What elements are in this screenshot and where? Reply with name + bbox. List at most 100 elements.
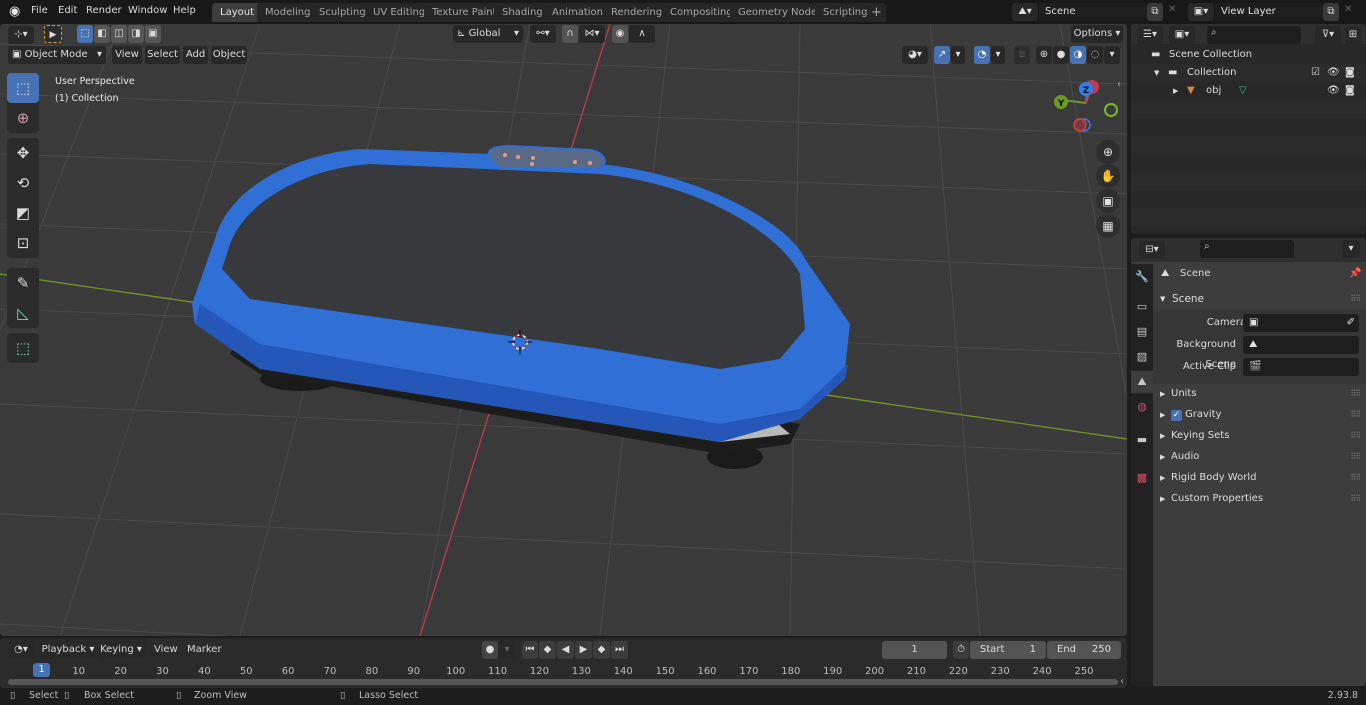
camera-view-button[interactable]: ▣: [1096, 189, 1120, 213]
custom-properties-panel[interactable]: ▶ Custom Properties ⠿⠿: [1153, 489, 1366, 509]
overlays-dropdown[interactable]: ▾: [991, 46, 1005, 64]
outliner-search-input[interactable]: [1207, 26, 1301, 44]
menu-object[interactable]: Object: [211, 46, 247, 64]
display-mode-dropdown[interactable]: ▣▾: [1169, 26, 1195, 44]
scale-tool[interactable]: ◩: [7, 198, 39, 228]
outliner-row-scene-collection[interactable]: ▬ Scene Collection: [1131, 46, 1366, 64]
obj-render-icon[interactable]: ◙: [1345, 82, 1355, 100]
new-collection-icon[interactable]: ⊞: [1345, 26, 1361, 44]
menu-help[interactable]: Help: [173, 5, 196, 16]
gravity-checkbox[interactable]: ✓: [1171, 410, 1182, 421]
menu-add[interactable]: Add: [183, 46, 208, 64]
start-frame-field[interactable]: Start 1: [970, 641, 1046, 659]
tool-tab[interactable]: 🔧: [1131, 266, 1153, 288]
scene-name-field[interactable]: Scene: [1039, 3, 1147, 21]
tab-uv-editing[interactable]: UV Editing: [365, 3, 434, 22]
snap-toggle-icon[interactable]: ∩: [562, 25, 578, 43]
keying-sets-panel[interactable]: ▶ Keying Sets ⠿⠿: [1153, 426, 1366, 446]
select-mode-subtract-icon[interactable]: ◫: [111, 25, 127, 43]
new-view-layer-icon[interactable]: ⧉: [1323, 3, 1339, 21]
options-dropdown[interactable]: Options ▾: [1071, 25, 1123, 43]
collection-visibility-icon[interactable]: 👁: [1327, 64, 1340, 82]
properties-options-dropdown[interactable]: ▾: [1342, 240, 1360, 258]
zoom-view-button[interactable]: ⊕: [1096, 140, 1120, 164]
tab-rendering[interactable]: Rendering: [603, 3, 671, 22]
transform-tool[interactable]: ⊡: [7, 228, 39, 258]
gizmo-toggle-icon[interactable]: ↗: [934, 46, 950, 64]
render-tab[interactable]: ▭: [1131, 296, 1153, 318]
select-box-tool[interactable]: ⬚: [7, 73, 39, 103]
preview-range-toggle[interactable]: ⏱: [953, 641, 969, 659]
new-scene-icon[interactable]: ⧉: [1147, 3, 1163, 21]
texture-tab[interactable]: ▩: [1131, 467, 1153, 489]
play-reverse-button[interactable]: ◀: [557, 641, 574, 659]
measure-tool[interactable]: ◺: [7, 298, 39, 328]
move-tool[interactable]: ✥: [7, 138, 39, 168]
cursor-tool[interactable]: ⊕: [7, 103, 39, 133]
view-layer-browse-button[interactable]: ▣▾: [1188, 3, 1214, 21]
drag-handle-icon[interactable]: ⠿⠿: [1350, 468, 1361, 488]
timeline-editor-type-button[interactable]: ◔▾: [8, 641, 34, 659]
menu-view[interactable]: View: [112, 46, 142, 64]
tab-compositing[interactable]: Compositing: [662, 3, 741, 22]
overlays-toggle-icon[interactable]: ◔: [974, 46, 990, 64]
menu-file[interactable]: File: [31, 5, 48, 16]
next-keyframe-button[interactable]: ◆: [593, 641, 610, 659]
collection-exclude-checkbox[interactable]: ☑: [1311, 64, 1320, 82]
outliner-row-collection[interactable]: ▼ ▬ Collection ☑ 👁 ◙: [1131, 64, 1366, 82]
outliner-editor-type-button[interactable]: ☰▾: [1137, 26, 1163, 44]
drag-handle-icon[interactable]: ⠿⠿: [1350, 405, 1361, 425]
select-mode-new-icon[interactable]: ⬚: [77, 25, 93, 43]
shading-rendered-icon[interactable]: ◌: [1087, 46, 1103, 64]
tool-select-icon[interactable]: ▶: [44, 25, 62, 43]
editor-type-button[interactable]: ⊹▾: [8, 26, 34, 44]
menu-window[interactable]: Window: [128, 5, 167, 16]
timeline-menu-view[interactable]: View: [154, 644, 178, 655]
shading-solid-icon[interactable]: ●: [1053, 46, 1069, 64]
outliner-row-obj[interactable]: ▶ ▼ obj ▽ 👁 ◙: [1131, 82, 1366, 100]
view-layer-name-field[interactable]: View Layer: [1215, 3, 1323, 21]
obj-visibility-icon[interactable]: 👁: [1327, 82, 1340, 100]
prev-keyframe-button[interactable]: ◆: [539, 641, 556, 659]
tab-texture-paint[interactable]: Texture Paint: [424, 3, 505, 22]
current-frame-field[interactable]: 1: [882, 641, 947, 659]
keying-dropdown[interactable]: Keying ▾: [97, 641, 145, 659]
output-tab[interactable]: ▤: [1131, 321, 1153, 343]
xray-toggle-icon[interactable]: ⧈: [1014, 46, 1030, 64]
visibility-dropdown[interactable]: ◕▾: [902, 46, 928, 64]
tab-shading[interactable]: Shading: [494, 3, 551, 22]
mesh-data-icon[interactable]: ▽: [1239, 82, 1247, 100]
snap-target-dropdown[interactable]: ⋈▾: [579, 25, 605, 43]
delete-scene-icon[interactable]: ✕: [1168, 4, 1176, 15]
camera-field[interactable]: ▣ ✐: [1243, 314, 1359, 332]
menu-edit[interactable]: Edit: [58, 5, 77, 16]
rotate-tool[interactable]: ⟲: [7, 168, 39, 198]
vibration-plate-object[interactable]: [192, 144, 850, 469]
active-clip-field[interactable]: 🎬: [1243, 358, 1359, 376]
add-cube-tool[interactable]: ⬚: [7, 333, 39, 363]
sidebar-toggle-icon[interactable]: ‹: [1117, 79, 1121, 90]
pin-icon[interactable]: 📌: [1349, 262, 1361, 286]
auto-keying-toggle[interactable]: ●: [482, 641, 498, 659]
annotate-tool[interactable]: ✎: [7, 268, 39, 298]
units-panel[interactable]: ▶ Units ⠿⠿: [1153, 384, 1366, 404]
scene-tab[interactable]: ⛰: [1131, 371, 1153, 393]
select-mode-invert-icon[interactable]: ◨: [128, 25, 144, 43]
timeline-scrollbar[interactable]: [8, 679, 1118, 685]
shading-dropdown[interactable]: ▾: [1104, 46, 1120, 64]
select-mode-extend-icon[interactable]: ◧: [94, 25, 110, 43]
drag-handle-icon[interactable]: ⠿⠿: [1350, 289, 1361, 309]
view-layer-tab[interactable]: ▨: [1131, 346, 1153, 368]
collection-tab[interactable]: ▬: [1131, 429, 1153, 451]
jump-end-button[interactable]: ⏭: [611, 641, 628, 659]
auto-keying-dropdown[interactable]: ▾: [499, 641, 515, 659]
gizmo-neg-y[interactable]: [1104, 103, 1118, 117]
properties-editor-type-button[interactable]: ⊟▾: [1139, 241, 1165, 259]
delete-view-layer-icon[interactable]: ✕: [1344, 4, 1352, 15]
proportional-edit-icon[interactable]: ◉: [612, 25, 628, 43]
filter-dropdown[interactable]: ⊽▾: [1315, 26, 1341, 44]
world-tab[interactable]: ◍: [1131, 396, 1153, 418]
select-mode-intersect-icon[interactable]: ▣: [145, 25, 161, 43]
timeline-menu-marker[interactable]: Marker: [187, 644, 222, 655]
collapse-icon[interactable]: ‹: [1120, 676, 1124, 687]
